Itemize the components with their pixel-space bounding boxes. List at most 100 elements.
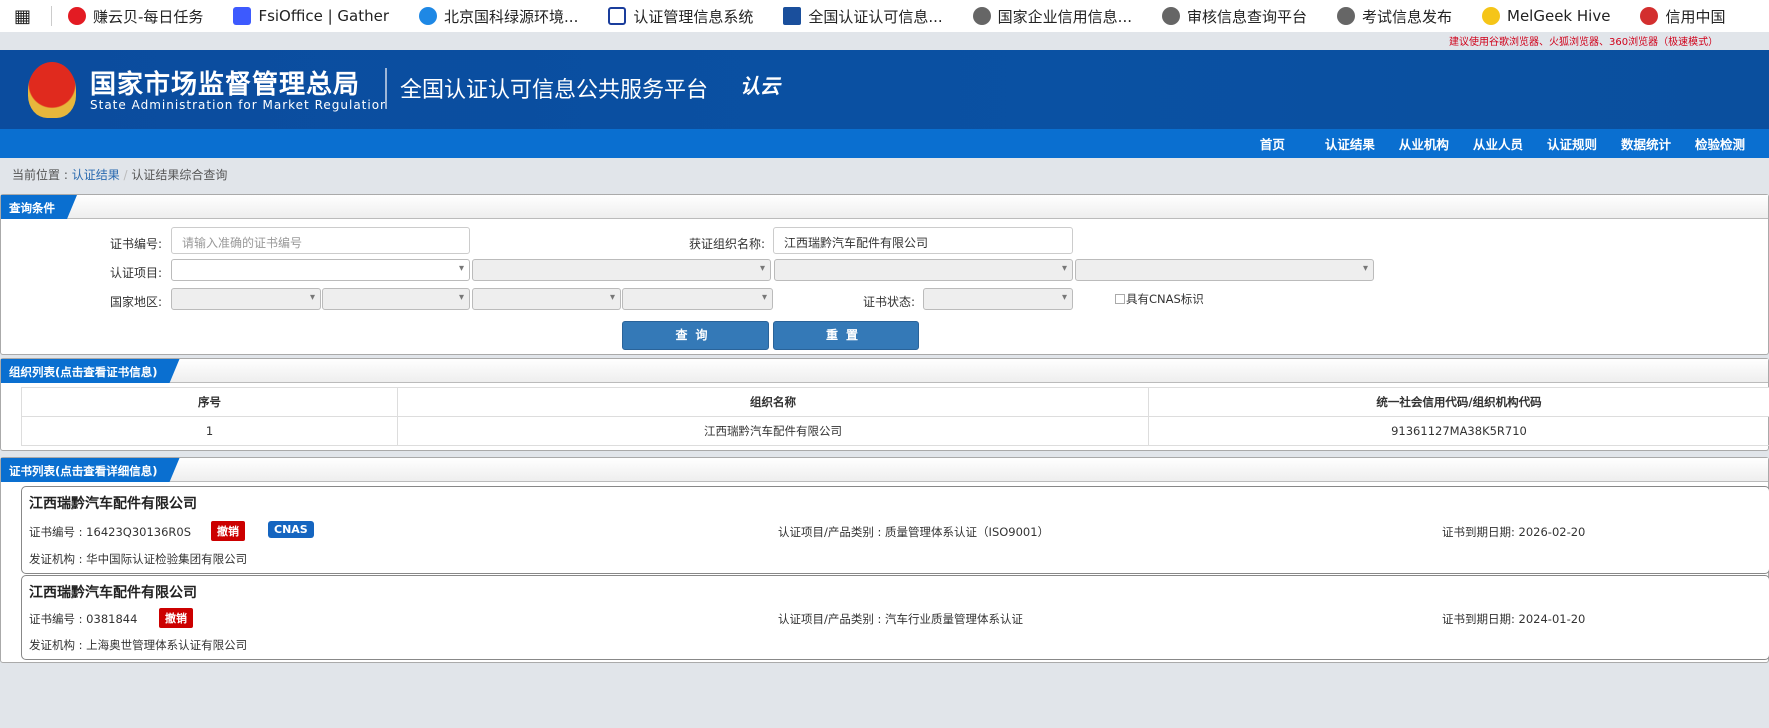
globe-icon	[1161, 7, 1180, 25]
bookmark-0[interactable]: 赚云贝-每日任务	[68, 6, 203, 27]
cert-number: 证书编号 : 0381844	[29, 612, 138, 626]
cert-expiry: 证书到期日期: 2024-01-20	[1442, 612, 1586, 626]
region-label: 国家地区:	[109, 295, 162, 309]
cert-company: 江西瑞黔汽车配件有限公司	[29, 496, 197, 512]
platform-title: 全国认证认可信息公共服务平台	[400, 78, 709, 103]
cert-issuer: 发证机构 : 华中国际认证检验集团有限公司	[29, 552, 248, 566]
org-name-input[interactable]: 江西瑞黔汽车配件有限公司	[773, 227, 1073, 254]
globe-icon	[972, 7, 991, 25]
bookmark-9[interactable]: 信用中国	[1640, 6, 1725, 27]
cert-item: 认证项目/产品类别 : 汽车行业质量管理体系认证	[778, 612, 1024, 626]
bookmark-label: 考试信息发布	[1362, 7, 1453, 26]
nav-personnel[interactable]: 从业人员	[1473, 134, 1523, 153]
cert-item-select-1[interactable]	[171, 259, 470, 281]
site-banner: 国家市场监督管理总局 State Administration for Mark…	[0, 50, 1769, 129]
region-select-3[interactable]	[472, 288, 621, 310]
bookmark-icon	[419, 7, 438, 25]
cert-card[interactable]: 江西瑞黔汽车配件有限公司 证书编号 : 16423Q30136R0S 撤销 CN…	[21, 486, 1769, 574]
status-select[interactable]	[923, 288, 1073, 310]
search-button[interactable]: 查询	[622, 321, 769, 350]
bookmark-icon	[233, 7, 252, 25]
revoked-badge: 撤销	[211, 521, 245, 541]
cell-credit-code: 91361127MA38K5R710	[1148, 416, 1769, 446]
query-panel: 查询条件 证书编号: 请输入准确的证书编号 获证组织名称: 江西瑞黔汽车配件有限…	[0, 194, 1769, 355]
cert-item-select-2[interactable]	[472, 259, 771, 281]
table-header-row: 序号 组织名称 统一社会信用代码/组织机构代码	[21, 387, 1769, 417]
divider	[51, 6, 53, 26]
table-row[interactable]: 1 江西瑞黔汽车配件有限公司 91361127MA38K5R710	[21, 416, 1769, 446]
cell-index: 1	[21, 416, 398, 446]
bookmark-icon	[68, 7, 87, 25]
nav-cert-results[interactable]: 认证结果	[1325, 134, 1375, 153]
cnas-checkbox-wrap[interactable]: 具有CNAS标识	[1115, 291, 1204, 307]
agency-title-en: State Administration for Market Regulati…	[90, 98, 389, 112]
emblem-icon	[1640, 7, 1659, 25]
region-select-2[interactable]	[322, 288, 470, 310]
col-credit-code: 统一社会信用代码/组织机构代码	[1148, 387, 1769, 417]
panel-title: 证书列表(点击查看详细信息)	[1, 458, 180, 482]
breadcrumb-sep: /	[119, 168, 132, 182]
col-index: 序号	[21, 387, 398, 417]
bookmark-4[interactable]: 全国认证认可信息...	[783, 6, 943, 27]
panel-title: 组织列表(点击查看证书信息)	[1, 359, 180, 383]
national-emblem-icon	[28, 62, 76, 118]
cnas-badge: CNAS	[268, 521, 314, 538]
org-name-label: 获证组织名称:	[688, 237, 765, 251]
cert-no-input[interactable]: 请输入准确的证书编号	[171, 227, 470, 254]
cert-list-panel: 证书列表(点击查看详细信息) 江西瑞黔汽车配件有限公司 证书编号 : 16423…	[0, 457, 1769, 663]
bookmark-2[interactable]: 北京国科绿源环境...	[419, 6, 578, 27]
panel-header: 查询条件	[1, 195, 1768, 219]
status-label: 证书状态:	[862, 295, 915, 309]
nav-inspection[interactable]: 检验检测	[1695, 134, 1745, 153]
revoked-badge: 撤销	[159, 608, 193, 628]
reset-button[interactable]: 重置	[773, 321, 919, 350]
cert-expiry: 证书到期日期: 2026-02-20	[1442, 525, 1586, 539]
platform-logo: 认云	[740, 74, 780, 98]
cert-item-select-3[interactable]	[774, 259, 1073, 281]
nav-statistics[interactable]: 数据统计	[1621, 134, 1671, 153]
bookmark-label: FsiOffice | Gather	[258, 7, 390, 25]
bookmark-8[interactable]: MelGeek Hive	[1482, 7, 1610, 25]
bookmark-label: 审核信息查询平台	[1186, 7, 1307, 26]
bookmark-6[interactable]: 审核信息查询平台	[1161, 6, 1307, 27]
main-nav: 首页 认证结果 从业机构 从业人员 认证规则 数据统计 检验检测	[0, 129, 1769, 158]
bookmark-label: 信用中国	[1665, 7, 1726, 26]
org-list-panel: 组织列表(点击查看证书信息) 序号 组织名称 统一社会信用代码/组织机构代码 1…	[0, 358, 1769, 451]
panel-header: 组织列表(点击查看证书信息)	[1, 359, 1768, 383]
bookmark-icon	[1482, 7, 1501, 25]
nav-home[interactable]: 首页	[1260, 134, 1285, 153]
breadcrumb-link[interactable]: 认证结果	[72, 168, 120, 182]
bookmark-7[interactable]: 考试信息发布	[1337, 6, 1452, 27]
breadcrumb: 当前位置 : 认证结果 / 认证结果综合查询	[12, 166, 227, 183]
nav-institutions[interactable]: 从业机构	[1399, 134, 1449, 153]
bookmark-icon	[608, 7, 627, 25]
cert-item-label: 认证项目:	[109, 266, 162, 280]
bookmarks-bar: ▦ 赚云贝-每日任务 FsiOffice | Gather 北京国科绿源环境..…	[0, 0, 1769, 32]
apps-grid-icon[interactable]: ▦	[14, 6, 31, 27]
bookmark-3[interactable]: 认证管理信息系统	[608, 6, 753, 27]
cell-org-name[interactable]: 江西瑞黔汽车配件有限公司	[397, 416, 1149, 446]
org-table: 序号 组织名称 统一社会信用代码/组织机构代码 1 江西瑞黔汽车配件有限公司 9…	[21, 387, 1769, 446]
bookmark-label: 全国认证认可信息...	[808, 7, 943, 26]
cert-item: 认证项目/产品类别 : 质量管理体系认证（ISO9001）	[778, 525, 1050, 539]
region-select-1[interactable]	[171, 288, 321, 310]
bookmark-1[interactable]: FsiOffice | Gather	[233, 7, 389, 25]
nav-rules[interactable]: 认证规则	[1547, 134, 1597, 153]
breadcrumb-prefix: 当前位置 :	[12, 168, 72, 182]
bookmark-label: MelGeek Hive	[1507, 7, 1611, 25]
cnas-checkbox[interactable]	[1115, 294, 1125, 304]
region-select-4[interactable]	[622, 288, 773, 310]
cnas-label: 具有CNAS标识	[1126, 292, 1204, 306]
col-org-name: 组织名称	[397, 387, 1149, 417]
agency-title: 国家市场监督管理总局	[90, 70, 361, 100]
cert-item-select-4[interactable]	[1075, 259, 1374, 281]
bookmark-label: 北京国科绿源环境...	[444, 7, 579, 26]
cert-card[interactable]: 江西瑞黔汽车配件有限公司 证书编号 : 0381844 撤销 认证项目/产品类别…	[21, 575, 1769, 660]
bookmark-5[interactable]: 国家企业信用信息...	[972, 6, 1132, 27]
cert-no-label: 证书编号:	[109, 237, 162, 251]
bookmark-icon	[783, 7, 802, 25]
bookmark-label: 赚云贝-每日任务	[93, 7, 204, 26]
cert-company: 江西瑞黔汽车配件有限公司	[29, 585, 197, 601]
breadcrumb-current: 认证结果综合查询	[131, 168, 228, 182]
bookmark-label: 认证管理信息系统	[633, 7, 754, 26]
